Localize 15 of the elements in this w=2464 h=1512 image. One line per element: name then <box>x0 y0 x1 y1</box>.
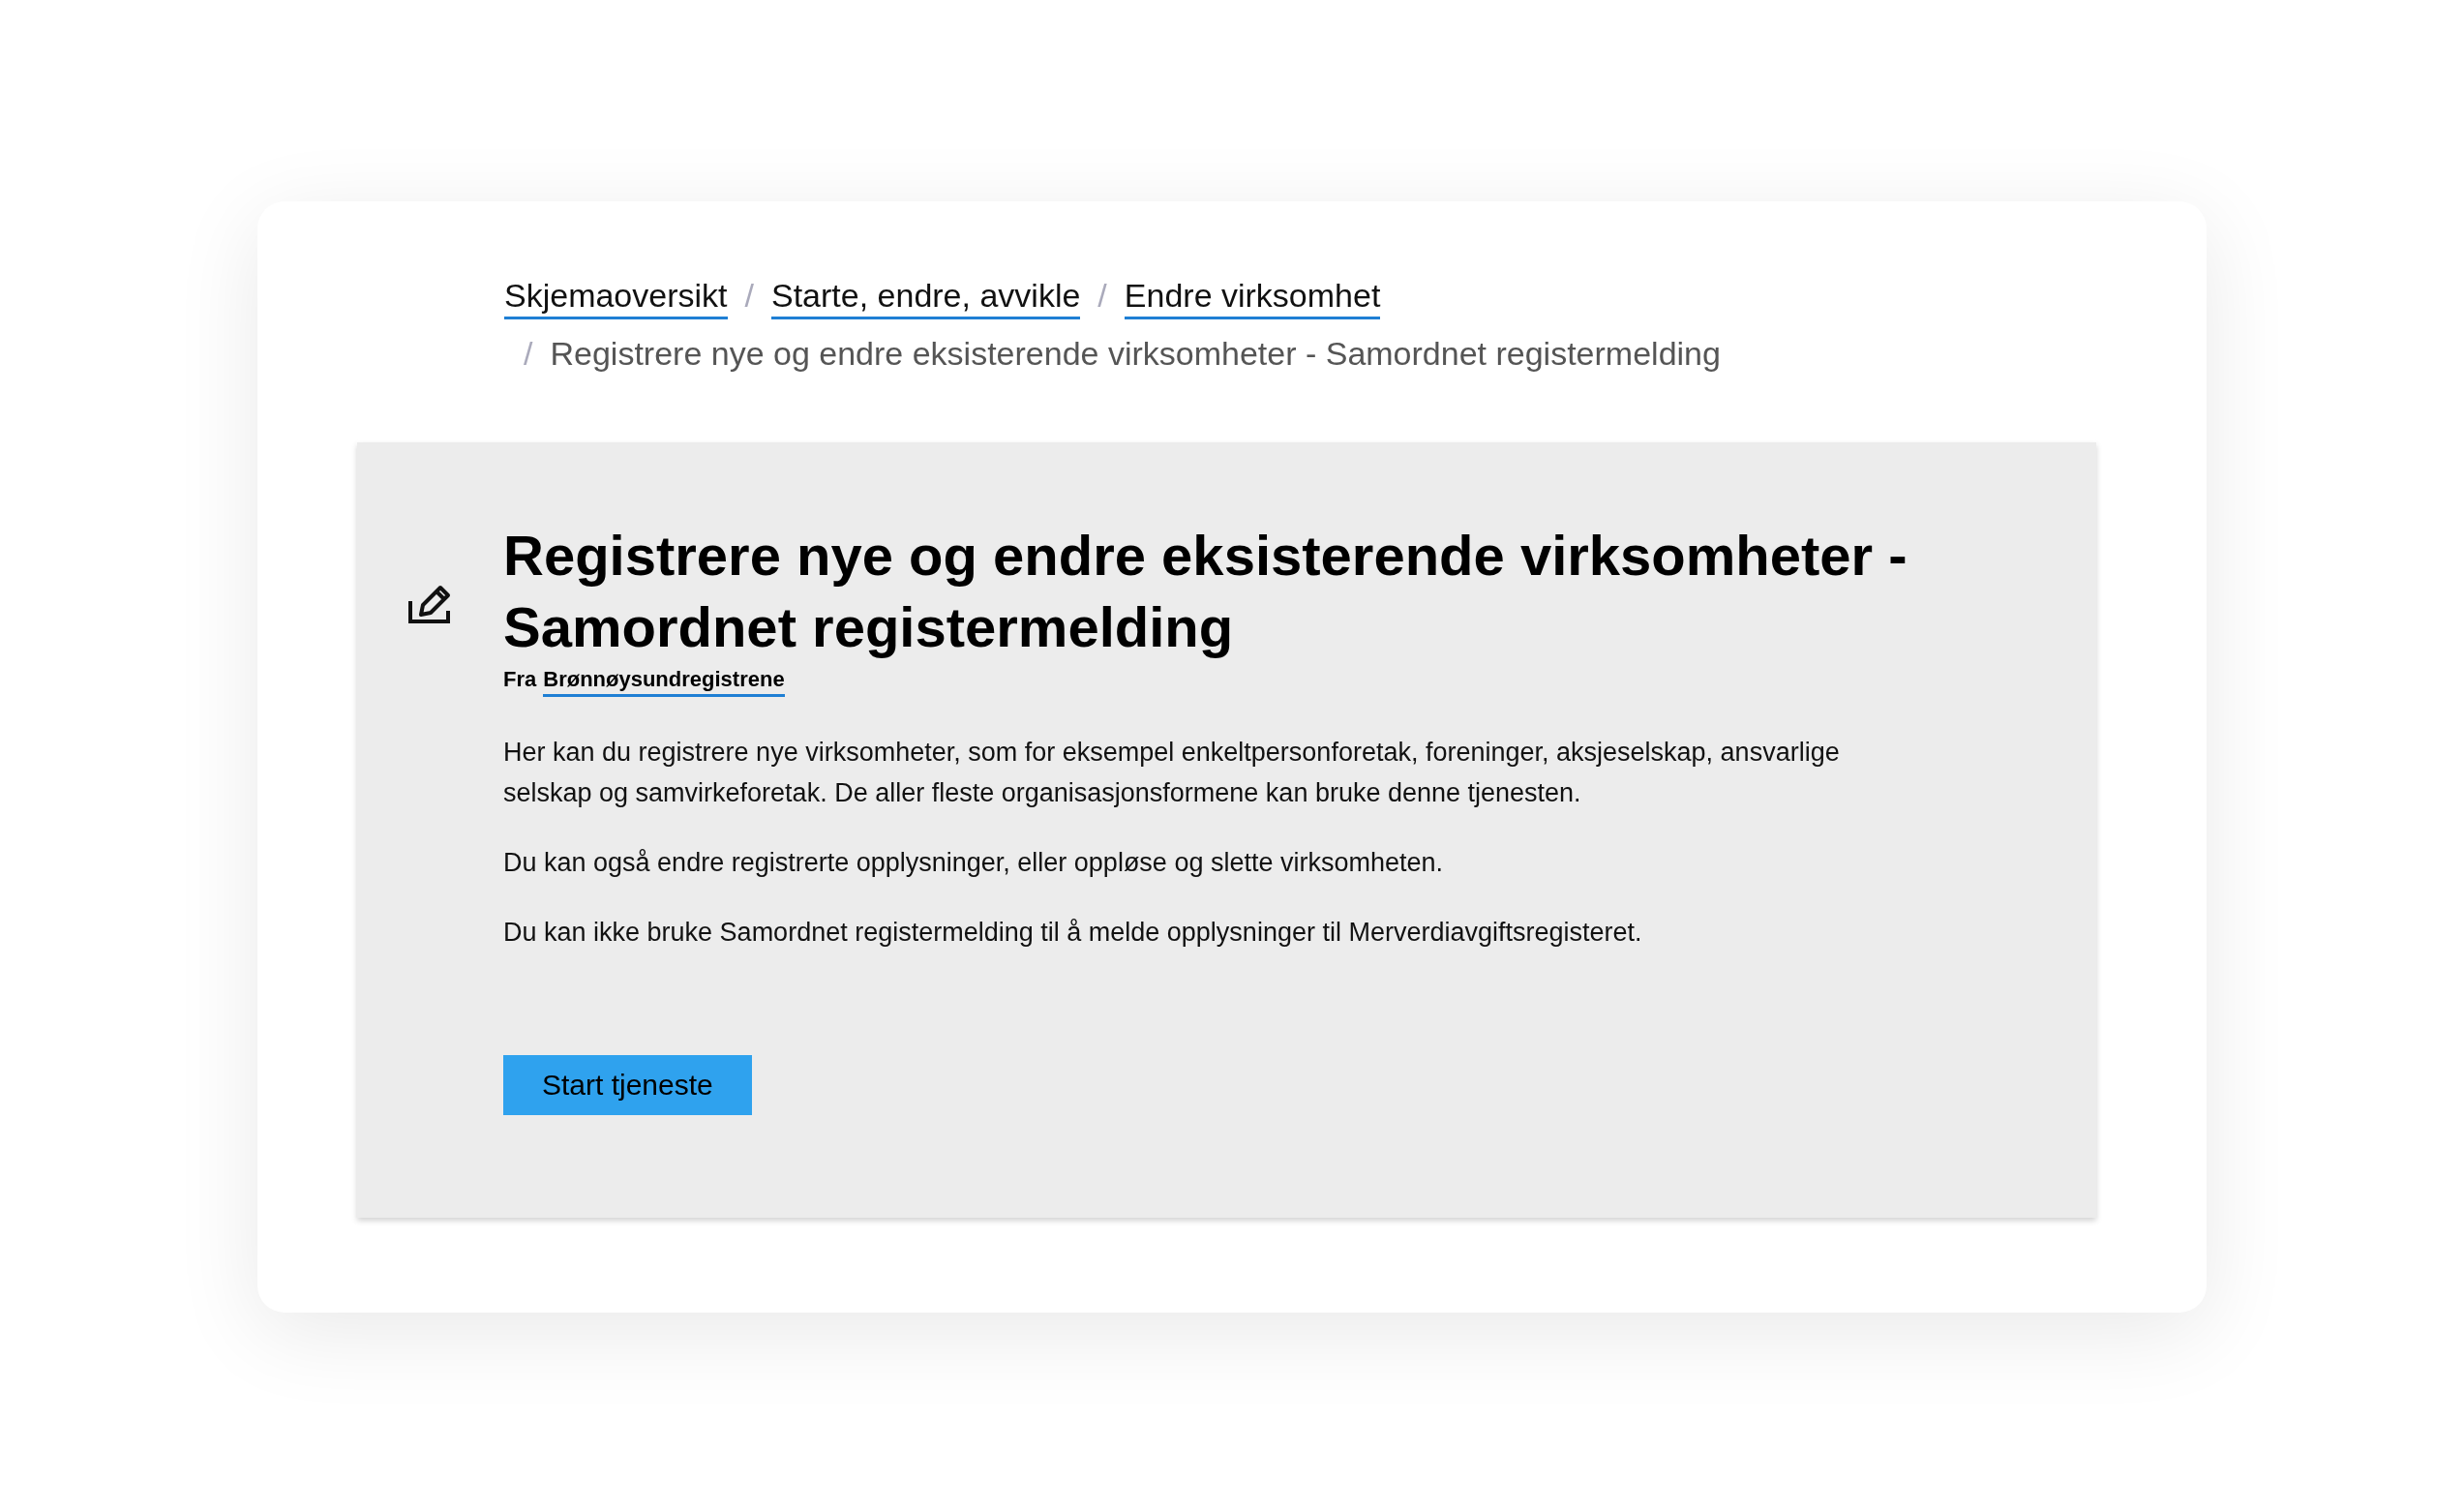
pencil-edit-icon <box>407 584 452 624</box>
breadcrumb-current: Registrere nye og endre eksisterende virksomheter - Samordnet registermelding <box>550 335 1721 373</box>
description-paragraph: Du kan også endre registrerte opplysninger, eller oppløse og slette virksomheten. <box>503 847 1445 879</box>
provider-link[interactable]: Brønnøysundregistrene <box>543 667 785 697</box>
breadcrumb-separator: / <box>1097 277 1107 315</box>
from-label: Fra <box>503 667 537 693</box>
breadcrumb-link[interactable]: Endre virksomhet <box>1124 277 1381 319</box>
breadcrumb-separator: / <box>524 335 533 373</box>
breadcrumb-separator: / <box>744 277 754 315</box>
description-paragraph: Du kan ikke bruke Samordnet registermelding til å melde opplysninger til Merverdiavgiftsregisteret. <box>503 917 1643 949</box>
description-paragraph: Her kan du registrere nye virksomheter, som for eksempel enkeltpersonforetak, foreninger, aksjeselskap, ansvarlige selskap og samvirkeforetak. De aller fleste organisasjonsformene kan bruke denne tjenesten. <box>503 737 1841 809</box>
breadcrumb-link[interactable]: Starte, endre, avvikle <box>770 277 1081 319</box>
start-service-button[interactable]: Start tjeneste <box>503 1055 752 1115</box>
breadcrumb-link[interactable]: Skjemaoversikt <box>504 277 728 319</box>
service-title: Registrere nye og endre eksisterende virksomheter - Samordnet registermelding <box>503 523 1908 660</box>
